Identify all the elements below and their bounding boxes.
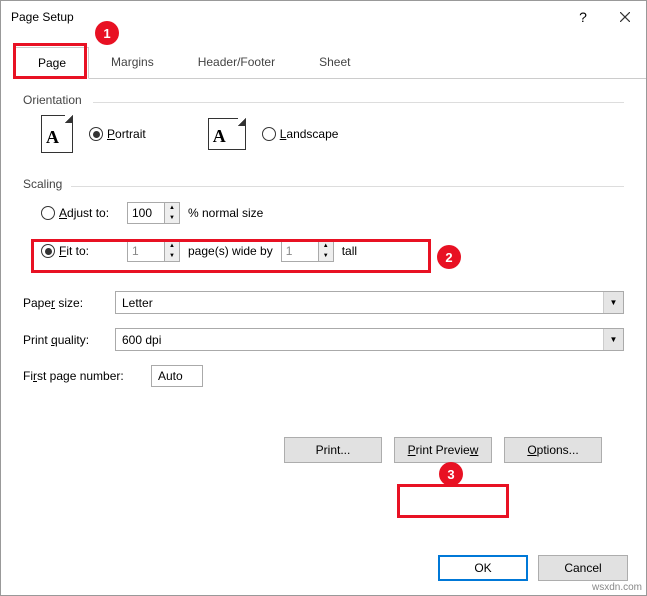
radio-fit-to[interactable]: Fit to: bbox=[41, 244, 119, 258]
adjust-input[interactable] bbox=[128, 203, 164, 223]
print-quality-select[interactable]: 600 dpi ▼ bbox=[115, 328, 624, 351]
landscape-icon: A bbox=[208, 118, 246, 150]
adjust-spinner[interactable]: ▲▼ bbox=[127, 202, 180, 224]
tab-page[interactable]: Page bbox=[15, 47, 89, 79]
spin-up-icon[interactable]: ▲ bbox=[165, 203, 179, 213]
first-page-label: First page number: bbox=[23, 369, 141, 383]
annotation-badge: 2 bbox=[437, 245, 461, 269]
tab-bar: Page Margins Header/Footer Sheet bbox=[15, 47, 646, 79]
radio-icon bbox=[41, 206, 55, 220]
annotation-badge: 3 bbox=[439, 462, 463, 486]
paper-size-select[interactable]: Letter ▼ bbox=[115, 291, 624, 314]
tab-header-footer[interactable]: Header/Footer bbox=[176, 47, 297, 78]
spin-up-icon[interactable]: ▲ bbox=[165, 241, 179, 251]
spin-down-icon[interactable]: ▼ bbox=[319, 251, 333, 261]
first-page-input[interactable] bbox=[151, 365, 203, 387]
chevron-down-icon: ▼ bbox=[603, 329, 623, 350]
orientation-label: Orientation bbox=[23, 93, 624, 107]
options-button[interactable]: Options... bbox=[504, 437, 602, 463]
radio-icon bbox=[262, 127, 276, 141]
print-preview-button[interactable]: Print Preview bbox=[394, 437, 492, 463]
radio-dot-icon bbox=[41, 244, 55, 258]
annotation-badge: 1 bbox=[95, 21, 119, 45]
scaling-label: Scaling bbox=[23, 177, 624, 191]
adjust-suffix: % normal size bbox=[188, 206, 263, 220]
fit-mid-label: page(s) wide by bbox=[188, 244, 273, 258]
spin-down-icon[interactable]: ▼ bbox=[165, 251, 179, 261]
watermark: wsxdn.com bbox=[592, 582, 642, 593]
print-button[interactable]: Print... bbox=[284, 437, 382, 463]
close-button[interactable] bbox=[604, 2, 646, 32]
portrait-icon: A bbox=[41, 115, 73, 153]
tab-sheet[interactable]: Sheet bbox=[297, 47, 372, 78]
radio-dot-icon bbox=[89, 127, 103, 141]
print-quality-label: Print quality: bbox=[23, 333, 105, 347]
radio-adjust-to[interactable]: Adjust to: bbox=[41, 206, 119, 220]
fit-wide-input[interactable] bbox=[128, 241, 164, 261]
help-button[interactable]: ? bbox=[562, 2, 604, 32]
fit-suffix: tall bbox=[342, 244, 357, 258]
spin-up-icon[interactable]: ▲ bbox=[319, 241, 333, 251]
paper-size-label: Paper size: bbox=[23, 296, 105, 310]
cancel-button[interactable]: Cancel bbox=[538, 555, 628, 581]
tab-margins[interactable]: Margins bbox=[89, 47, 176, 78]
radio-portrait[interactable]: Portrait bbox=[89, 127, 146, 141]
ok-button[interactable]: OK bbox=[438, 555, 528, 581]
annotation-box bbox=[397, 484, 509, 518]
fit-tall-spinner[interactable]: ▲▼ bbox=[281, 240, 334, 262]
radio-landscape[interactable]: Landscape bbox=[262, 127, 339, 141]
fit-tall-input[interactable] bbox=[282, 241, 318, 261]
spin-down-icon[interactable]: ▼ bbox=[165, 213, 179, 223]
chevron-down-icon: ▼ bbox=[603, 292, 623, 313]
dialog-title: Page Setup bbox=[11, 10, 562, 24]
fit-wide-spinner[interactable]: ▲▼ bbox=[127, 240, 180, 262]
